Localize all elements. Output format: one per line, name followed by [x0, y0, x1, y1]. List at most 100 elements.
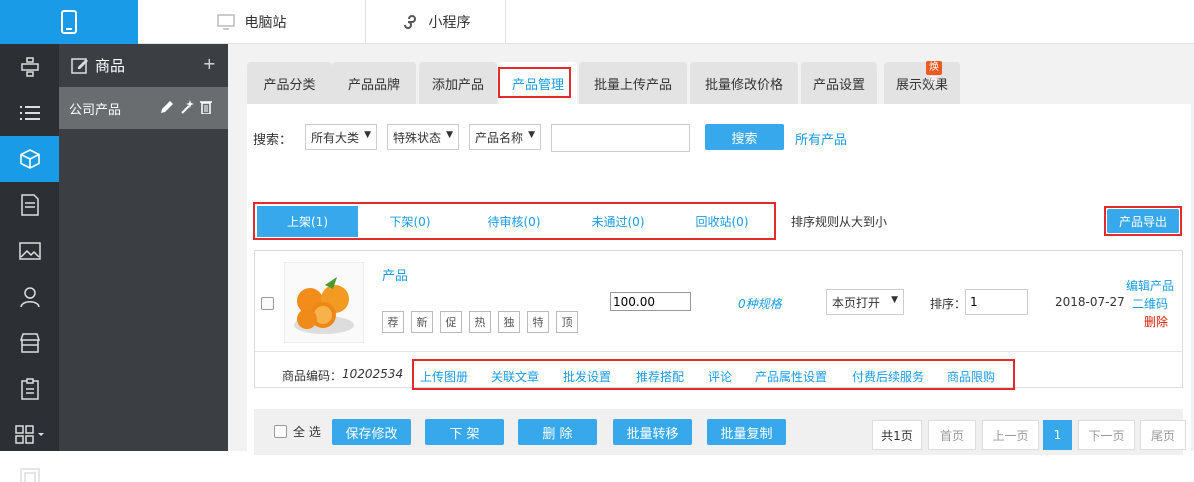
phone-icon — [61, 10, 77, 34]
category-select[interactable]: 所有大类 ▼ — [305, 124, 377, 150]
search-label: 搜索： — [253, 133, 293, 148]
bulk-move-button[interactable]: 批量转移 — [613, 419, 692, 445]
tag-promo[interactable]: 促 — [440, 311, 462, 333]
special-status-select[interactable]: 特殊状态 ▼ — [387, 124, 459, 150]
status-tab-recycle[interactable]: 回收站(0) — [670, 206, 774, 237]
tab-display-effect-label: 展示效果 — [895, 77, 948, 93]
price-input[interactable] — [610, 292, 691, 311]
open-mode-select[interactable]: 本页打开 ▼ — [826, 289, 904, 315]
top-bar: 电脑站 小程序 — [0, 0, 1194, 44]
link-attribute-settings[interactable]: 产品属性设置 — [755, 368, 827, 385]
pager-last[interactable]: 尾页 — [1140, 420, 1186, 450]
orange-fruit-image — [294, 277, 354, 334]
clipboard-icon — [20, 378, 39, 400]
off-shelf-button[interactable]: 下 架 — [425, 419, 504, 445]
status-tab-on-shelf[interactable]: 上架(1) — [257, 206, 358, 237]
add-category-button[interactable]: + — [203, 54, 216, 73]
search-field-value: 产品名称 — [475, 130, 524, 145]
tag-hot[interactable]: 热 — [469, 311, 491, 333]
status-tab-pending[interactable]: 待审核(0) — [462, 206, 566, 237]
trash-icon[interactable] — [200, 100, 212, 114]
panel-item-company-products[interactable]: 公司产品 — [59, 87, 228, 129]
sidebar-item-store[interactable] — [0, 320, 59, 366]
sidebar-item-articles[interactable] — [0, 182, 59, 228]
product-date: 2018-07-27 — [1055, 295, 1125, 309]
product-code-value: 10202534 — [342, 367, 404, 381]
delete-product-link[interactable]: 删除 — [1144, 313, 1168, 330]
search-field-select[interactable]: 产品名称 ▼ — [469, 124, 541, 150]
tag-special[interactable]: 特 — [527, 311, 549, 333]
sidebar-item-products[interactable] — [0, 136, 59, 182]
tag-recommend[interactable]: 荐 — [382, 311, 404, 333]
pager-next[interactable]: 下一页 — [1078, 420, 1135, 450]
sidebar-item-orders[interactable] — [0, 366, 59, 412]
bulk-copy-button[interactable]: 批量复制 — [707, 419, 786, 445]
highlight-box-export: 产品导出 — [1104, 206, 1182, 236]
mobile-site-tab[interactable] — [0, 0, 138, 44]
mini-program-tab[interactable]: 小程序 — [366, 0, 506, 44]
sidebar-item-list[interactable] — [0, 90, 59, 136]
tag-top[interactable]: 顶 — [556, 311, 578, 333]
magic-wand-icon[interactable] — [180, 100, 194, 114]
tab-bulk-upload[interactable]: 批量上传产品 — [579, 62, 687, 104]
delete-button[interactable]: 删 除 — [518, 419, 597, 445]
sidebar-item-design[interactable] — [0, 44, 59, 90]
sidebar-item-more[interactable] — [0, 458, 59, 482]
link-wholesale-settings[interactable]: 批发设置 — [563, 368, 611, 385]
caret-down-icon: ▼ — [446, 130, 453, 140]
link-paid-services[interactable]: 付费后续服务 — [852, 368, 924, 385]
tab-display-effect[interactable]: 展示效果 — [884, 62, 960, 104]
select-all-label: 全 选 — [293, 425, 321, 439]
highlight-box-status: 上架(1) 下架(0) 待审核(0) 未通过(0) 回收站(0) — [253, 202, 776, 240]
special-status-value: 特殊状态 — [393, 130, 442, 145]
tab-bulk-price[interactable]: 批量修改价格 — [690, 62, 798, 104]
pc-site-tab[interactable]: 电脑站 — [138, 0, 366, 44]
new-badge: 焕新 — [926, 61, 942, 87]
link-upload-gallery[interactable]: 上传图册 — [420, 368, 468, 385]
qrcode-link[interactable]: 二维码 — [1132, 295, 1168, 312]
status-tab-off-shelf[interactable]: 下架(0) — [358, 206, 462, 237]
panel-title: 商品 — [95, 57, 126, 75]
caret-down-icon: ▼ — [528, 130, 535, 140]
edit-product-link[interactable]: 编辑产品 — [1126, 277, 1174, 294]
card-divider — [255, 351, 1182, 352]
all-products-link[interactable]: 所有产品 — [795, 129, 847, 148]
sidebar-item-apps[interactable] — [0, 412, 59, 458]
export-products-button[interactable]: 产品导出 — [1107, 209, 1179, 233]
select-all-checkbox[interactable] — [274, 425, 287, 438]
window-icon — [19, 468, 40, 482]
pager-prev[interactable]: 上一页 — [982, 420, 1039, 450]
product-code-label: 商品编码： — [282, 369, 343, 383]
highlight-box-links: 上传图册 关联文章 批发设置 推荐搭配 评论 产品属性设置 付费后续服务 商品限… — [412, 359, 1015, 390]
sidebar-item-members[interactable] — [0, 274, 59, 320]
tag-exclusive[interactable]: 独 — [498, 311, 520, 333]
sidebar-item-images[interactable] — [0, 228, 59, 274]
spec-count-link[interactable]: 0种规格 — [738, 295, 782, 312]
product-checkbox[interactable] — [261, 297, 274, 310]
pencil-icon[interactable] — [160, 100, 174, 114]
pager-current[interactable]: 1 — [1043, 420, 1072, 450]
tab-product-brand[interactable]: 产品品牌 — [332, 62, 416, 104]
image-icon — [18, 242, 41, 260]
tag-new[interactable]: 新 — [411, 311, 433, 333]
search-input[interactable] — [551, 124, 690, 152]
status-tab-rejected[interactable]: 未通过(0) — [566, 206, 670, 237]
product-image[interactable] — [284, 262, 364, 343]
search-button[interactable]: 搜索 — [705, 124, 784, 150]
panel-header: 商品 + — [59, 44, 228, 87]
tab-add-product[interactable]: 添加产品 — [419, 62, 497, 104]
pager-first[interactable]: 首页 — [928, 420, 976, 450]
product-name-link[interactable]: 产品 — [382, 265, 408, 284]
document-icon — [20, 194, 39, 216]
tab-product-settings[interactable]: 产品设置 — [801, 62, 877, 104]
list-icon — [19, 106, 40, 120]
sort-input[interactable] — [965, 289, 1028, 315]
link-comments[interactable]: 评论 — [708, 368, 732, 385]
layout-icon — [20, 57, 39, 77]
save-changes-button[interactable]: 保存修改 — [332, 419, 411, 445]
link-related-articles[interactable]: 关联文章 — [491, 368, 539, 385]
product-card: 产品 荐 新 促 热 独 特 顶 0种规格 本页打开 ▼ 排序： 2018-07… — [254, 250, 1183, 390]
link-recommend-match[interactable]: 推荐搭配 — [636, 368, 684, 385]
link-purchase-limit[interactable]: 商品限购 — [947, 368, 995, 385]
tab-product-category[interactable]: 产品分类 — [247, 62, 332, 104]
